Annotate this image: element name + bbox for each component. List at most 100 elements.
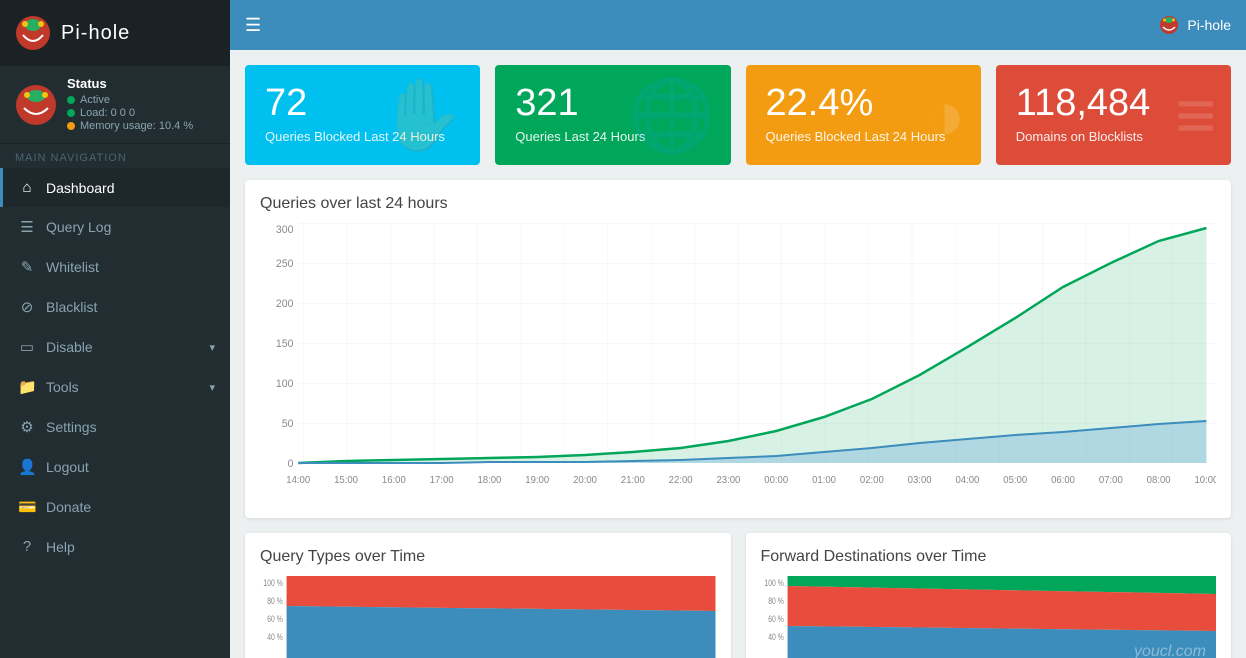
sidebar-item-label-query-log: Query Log [46, 219, 111, 235]
query-types-chart-area: 100 % 80 % 60 % 40 % [260, 576, 716, 658]
query-types-title: Query Types over Time [260, 548, 716, 566]
svg-text:14:00: 14:00 [286, 475, 310, 486]
sidebar-item-label-tools: Tools [46, 379, 79, 395]
status-logo-icon [15, 84, 57, 126]
stat-card-percent: 22.4% Queries Blocked Last 24 Hours ◑ [746, 65, 981, 165]
sidebar-header: Pi-hole [0, 0, 230, 66]
settings-icon: ⚙ [18, 418, 36, 436]
topbar-user: Pi-hole [1159, 15, 1231, 35]
topbar: ☰ Pi-hole [230, 0, 1246, 50]
main-chart-title: Queries over last 24 hours [260, 195, 1216, 213]
sidebar-item-label-logout: Logout [46, 459, 89, 475]
svg-text:17:00: 17:00 [430, 475, 454, 486]
sidebar-item-label-disable: Disable [46, 339, 93, 355]
svg-text:100 %: 100 % [764, 578, 783, 588]
app-title: Pi-hole [61, 22, 130, 45]
main-chart-box: Queries over last 24 hours 0 50 100 150 [245, 180, 1231, 518]
status-label: Status [67, 76, 215, 91]
stat-icon-domains: ≡ [1175, 80, 1216, 150]
svg-text:22:00: 22:00 [669, 475, 693, 486]
status-active: Active [67, 94, 215, 106]
help-icon: ? [18, 538, 36, 555]
sidebar-item-label-dashboard: Dashboard [46, 180, 115, 196]
svg-text:100 %: 100 % [263, 578, 282, 588]
sidebar-item-help[interactable]: ? Help [0, 527, 230, 566]
svg-text:23:00: 23:00 [716, 475, 740, 486]
svg-text:07:00: 07:00 [1099, 475, 1123, 486]
sidebar-item-label-help: Help [46, 539, 75, 555]
query-type-blue-area [287, 606, 716, 658]
query-log-icon: ☰ [18, 218, 36, 236]
stat-card-domains: 118,484 Domains on Blocklists ≡ [996, 65, 1231, 165]
svg-text:18:00: 18:00 [477, 475, 501, 486]
svg-text:80 %: 80 % [768, 596, 784, 606]
sidebar-item-logout[interactable]: 👤 Logout [0, 447, 230, 487]
svg-text:100: 100 [276, 378, 294, 390]
status-load: Load: 0 0 0 [67, 107, 215, 119]
donate-icon: 💳 [18, 498, 36, 516]
main-chart-container: 0 50 100 150 200 250 300 14:00 15:00 [260, 223, 1216, 503]
status-box: Status Active Load: 0 0 0 Memory usage: … [0, 66, 230, 144]
menu-toggle-button[interactable]: ☰ [245, 15, 261, 36]
svg-text:00:00: 00:00 [764, 475, 788, 486]
svg-text:10:00: 10:00 [1194, 475, 1216, 486]
query-types-chart: Query Types over Time 100 % 80 % 60 % 40… [245, 533, 731, 658]
query-type-red-area [287, 576, 716, 611]
watermark-text: youcl.com [1134, 643, 1206, 658]
svg-text:80 %: 80 % [267, 596, 283, 606]
svg-text:05:00: 05:00 [1003, 475, 1027, 486]
svg-text:03:00: 03:00 [908, 475, 932, 486]
svg-text:40 %: 40 % [267, 632, 283, 642]
content-area: 72 Queries Blocked Last 24 Hours ✋ 321 Q… [230, 50, 1246, 658]
blacklist-icon: ⊘ [18, 298, 36, 316]
sidebar-item-dashboard[interactable]: ⌂ Dashboard [0, 168, 230, 207]
sidebar-item-label-settings: Settings [46, 419, 97, 435]
svg-text:300: 300 [276, 224, 294, 236]
svg-text:20:00: 20:00 [573, 475, 597, 486]
expand-icon-tools: ▾ [209, 381, 215, 394]
svg-text:60 %: 60 % [267, 614, 283, 624]
sidebar-item-blacklist[interactable]: ⊘ Blacklist [0, 287, 230, 327]
svg-text:150: 150 [276, 338, 294, 350]
stat-card-total: 321 Queries Last 24 Hours 🌐 [495, 65, 730, 165]
svg-text:19:00: 19:00 [525, 475, 549, 486]
query-types-svg: 100 % 80 % 60 % 40 % [260, 576, 716, 658]
svg-text:02:00: 02:00 [860, 475, 884, 486]
svg-text:21:00: 21:00 [621, 475, 645, 486]
sidebar-item-donate[interactable]: 💳 Donate [0, 487, 230, 527]
sidebar-item-whitelist[interactable]: ✎ Whitelist [0, 247, 230, 287]
memory-label: Memory usage: 10.4 % [80, 120, 193, 132]
memory-dot [67, 122, 75, 130]
active-label: Active [80, 94, 110, 106]
status-memory: Memory usage: 10.4 % [67, 120, 215, 132]
topbar-username: Pi-hole [1187, 17, 1231, 33]
sidebar-item-disable[interactable]: ▭ Disable ▾ [0, 327, 230, 367]
stats-row: 72 Queries Blocked Last 24 Hours ✋ 321 Q… [245, 65, 1231, 165]
sidebar-item-label-donate: Donate [46, 499, 91, 515]
user-avatar-icon [1159, 15, 1179, 35]
svg-text:16:00: 16:00 [382, 475, 406, 486]
main-chart-svg: 0 50 100 150 200 250 300 14:00 15:00 [260, 223, 1216, 503]
svg-text:0: 0 [288, 458, 294, 470]
expand-icon-disable: ▾ [209, 341, 215, 354]
sidebar-item-tools[interactable]: 📁 Tools ▾ [0, 367, 230, 407]
svg-text:08:00: 08:00 [1147, 475, 1171, 486]
svg-text:01:00: 01:00 [812, 475, 836, 486]
stat-icon-blocked: ✋ [378, 80, 465, 150]
logout-icon: 👤 [18, 458, 36, 476]
sidebar-item-query-log[interactable]: ☰ Query Log [0, 207, 230, 247]
status-info: Status Active Load: 0 0 0 Memory usage: … [67, 76, 215, 133]
dashboard-icon: ⌂ [18, 179, 36, 196]
stat-icon-percent: ◑ [923, 80, 965, 150]
svg-text:200: 200 [276, 298, 294, 310]
svg-text:40 %: 40 % [768, 632, 784, 642]
load-label: Load: 0 0 0 [80, 107, 135, 119]
svg-text:04:00: 04:00 [955, 475, 979, 486]
forward-dest-title: Forward Destinations over Time [761, 548, 1217, 566]
sidebar-item-settings[interactable]: ⚙ Settings [0, 407, 230, 447]
whitelist-icon: ✎ [18, 258, 36, 276]
svg-text:250: 250 [276, 258, 294, 270]
stat-icon-total: 🌐 [628, 80, 715, 150]
svg-text:50: 50 [282, 418, 294, 430]
forward-dest-chart: Forward Destinations over Time 100 % 80 … [746, 533, 1232, 658]
